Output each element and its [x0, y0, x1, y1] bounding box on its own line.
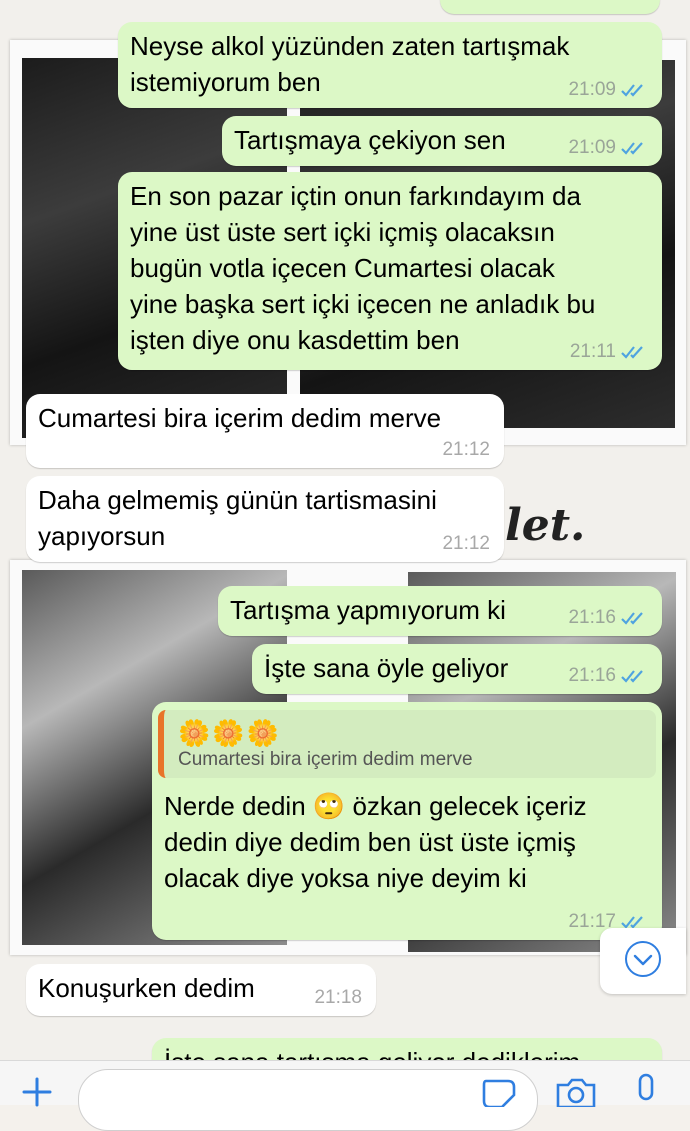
message-bubble-outgoing-reply[interactable]: 🌼🌼🌼 Cumartesi bira içerim dedim merve Ne…	[152, 702, 662, 940]
message-time: 21:16	[568, 665, 616, 686]
message-text: En son pazar içtin onun farkındayım da y…	[130, 181, 596, 355]
message-time: 21:16	[568, 607, 616, 628]
read-ticks-icon	[621, 670, 643, 683]
message-bubble-incoming[interactable]: Cumartesi bira içerim dedim merve 21:12	[26, 394, 504, 468]
camera-icon[interactable]	[554, 1077, 598, 1107]
message-meta: 21:12	[442, 440, 490, 460]
message-time: 21:12	[442, 533, 490, 554]
partial-message-bubble[interactable]	[440, 0, 660, 14]
message-meta: 21:18	[314, 988, 362, 1008]
message-meta: 21:12	[442, 534, 490, 554]
microphone-icon[interactable]	[632, 1073, 660, 1107]
message-input[interactable]	[78, 1069, 538, 1131]
message-bubble-incoming[interactable]: Konuşurken dedim 21:18	[26, 964, 376, 1016]
read-ticks-icon	[621, 346, 643, 359]
message-input-bar	[0, 1060, 690, 1131]
scroll-to-bottom-button[interactable]	[600, 928, 686, 994]
message-meta: 21:09	[568, 80, 648, 100]
quoted-emoji: 🌼🌼🌼	[178, 718, 282, 748]
message-time: 21:11	[569, 341, 616, 362]
message-time: 21:12	[442, 439, 490, 460]
message-meta: 21:16	[568, 608, 648, 628]
message-bubble-outgoing[interactable]: Tartışma yapmıyorum ki 21:16	[218, 586, 662, 636]
sticker-icon[interactable]	[480, 1077, 520, 1107]
message-meta: 21:11	[570, 342, 648, 362]
message-meta: 21:09	[568, 138, 648, 158]
read-ticks-icon	[621, 142, 643, 155]
message-text: Nerde dedin 🙄 özkan gelecek içeriz dedin…	[164, 791, 587, 893]
message-bubble-outgoing[interactable]: En son pazar içtin onun farkındayım da y…	[118, 172, 662, 370]
read-ticks-icon	[621, 612, 643, 625]
message-text: Cumartesi bira içerim dedim merve	[38, 403, 442, 433]
message-bubble-outgoing[interactable]: İşte sana öyle geliyor 21:16	[252, 644, 662, 694]
message-time: 21:09	[568, 137, 616, 158]
scroll-down-icon	[625, 941, 661, 977]
quoted-message[interactable]: 🌼🌼🌼 Cumartesi bira içerim dedim merve	[158, 710, 656, 778]
message-time: 21:09	[568, 79, 616, 100]
message-time: 21:18	[314, 987, 362, 1008]
wallpaper-script-text: let.	[505, 500, 586, 551]
read-ticks-icon	[621, 84, 643, 97]
message-text: Daha gelmemiş günün tartismasini yapıyor…	[38, 485, 437, 551]
message-bubble-outgoing[interactable]: Tartışmaya çekiyon sen 21:09	[222, 116, 662, 166]
message-meta: 21:16	[568, 666, 648, 686]
message-bubble-incoming[interactable]: Daha gelmemiş günün tartismasini yapıyor…	[26, 476, 504, 562]
message-bubble-outgoing[interactable]: Neyse alkol yüzünden zaten tartışmak ist…	[118, 22, 662, 108]
quoted-text: Cumartesi bira içerim dedim merve	[178, 749, 473, 770]
